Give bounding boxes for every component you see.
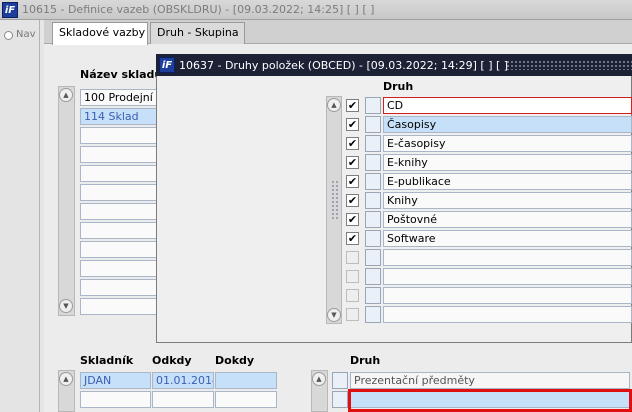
scroll-down-icon[interactable]: ▼ (327, 308, 341, 322)
druh-cell[interactable]: E-časopisy (383, 135, 632, 152)
nav-label[interactable]: Nav (16, 29, 36, 40)
druh-row-selector[interactable] (332, 391, 348, 408)
app-logo-icon: iF (2, 2, 18, 18)
title-grip (506, 60, 632, 70)
left-nav-panel (0, 20, 40, 412)
druh-cell[interactable] (383, 268, 632, 285)
scroll-grip (331, 180, 339, 220)
row-checkbox[interactable]: ✔ (346, 156, 359, 169)
row-checkbox[interactable]: ✔ (346, 118, 359, 131)
scroll-up-icon[interactable]: ▲ (312, 372, 326, 386)
druh-cell[interactable]: Časopisy (383, 116, 632, 133)
scroll-up-icon[interactable]: ▲ (59, 372, 73, 386)
row-checkbox[interactable]: ✔ (346, 213, 359, 226)
scroll-up-icon[interactable]: ▲ (327, 98, 341, 112)
row-selector[interactable] (365, 97, 381, 114)
highlight-box (348, 389, 632, 412)
druh-bottom-cell[interactable]: Prezentační předměty (350, 372, 630, 389)
sklad-name-header: Název skladu (80, 68, 163, 81)
odkdy-header: Odkdy (152, 354, 192, 367)
row-selector[interactable] (365, 173, 381, 190)
row-selector[interactable] (365, 154, 381, 171)
druh-column-header: Druh (383, 80, 414, 93)
row-checkbox[interactable] (346, 289, 359, 302)
druh-row-selector[interactable] (332, 372, 348, 389)
row-selector[interactable] (365, 287, 381, 304)
row-selector[interactable] (365, 249, 381, 266)
row-selector[interactable] (365, 306, 381, 323)
child-window-title: 10637 - Druhy položek (OBCED) - [09.03.2… (179, 59, 509, 72)
tab-druh-skupina[interactable]: Druh - Skupina (150, 22, 245, 44)
row-selector[interactable] (365, 211, 381, 228)
druh-cell[interactable]: CD (383, 97, 632, 114)
row-checkbox[interactable]: ✔ (346, 99, 359, 112)
row-checkbox[interactable] (346, 251, 359, 264)
druh-cell[interactable]: Knihy (383, 192, 632, 209)
row-checkbox[interactable] (346, 270, 359, 283)
row-checkbox[interactable]: ✔ (346, 194, 359, 207)
row-checkbox[interactable]: ✔ (346, 137, 359, 150)
druh-cell[interactable] (383, 287, 632, 304)
row-selector[interactable] (365, 268, 381, 285)
row-checkbox[interactable]: ✔ (346, 232, 359, 245)
main-window-title: 10615 - Definice vazeb (OBSKLDRU) - [09.… (22, 3, 375, 16)
druh-cell[interactable]: E-knihy (383, 154, 632, 171)
druh-cell[interactable]: Poštovné (383, 211, 632, 228)
skladnik-cell[interactable]: JDAN (80, 372, 151, 389)
skladnik-header: Skladník (80, 354, 134, 367)
druh-bottom-header: Druh (350, 354, 381, 367)
druh-cell[interactable] (383, 306, 632, 323)
odkdy-cell[interactable] (152, 391, 214, 408)
sklady-scrollbar[interactable] (58, 86, 75, 316)
dokdy-cell[interactable] (215, 372, 277, 389)
nav-radio-icon[interactable] (4, 31, 13, 40)
scroll-up-icon[interactable]: ▲ (59, 88, 73, 102)
odkdy-cell[interactable]: 01.01.2014 (152, 372, 214, 389)
row-selector[interactable] (365, 116, 381, 133)
dokdy-cell[interactable] (215, 391, 277, 408)
druh-cell[interactable]: E-publikace (383, 173, 632, 190)
dokdy-header: Dokdy (215, 354, 255, 367)
row-checkbox[interactable] (346, 308, 359, 321)
row-selector[interactable] (365, 192, 381, 209)
row-checkbox[interactable]: ✔ (346, 175, 359, 188)
skladnik-cell[interactable] (80, 391, 151, 408)
druh-cell[interactable] (383, 249, 632, 266)
row-selector[interactable] (365, 230, 381, 247)
scroll-down-icon[interactable]: ▼ (59, 299, 73, 313)
druh-cell[interactable]: Software (383, 230, 632, 247)
tab-skladove-vazby[interactable]: Skladové vazby (52, 22, 148, 45)
app-logo-icon: iF (159, 57, 175, 73)
row-selector[interactable] (365, 135, 381, 152)
